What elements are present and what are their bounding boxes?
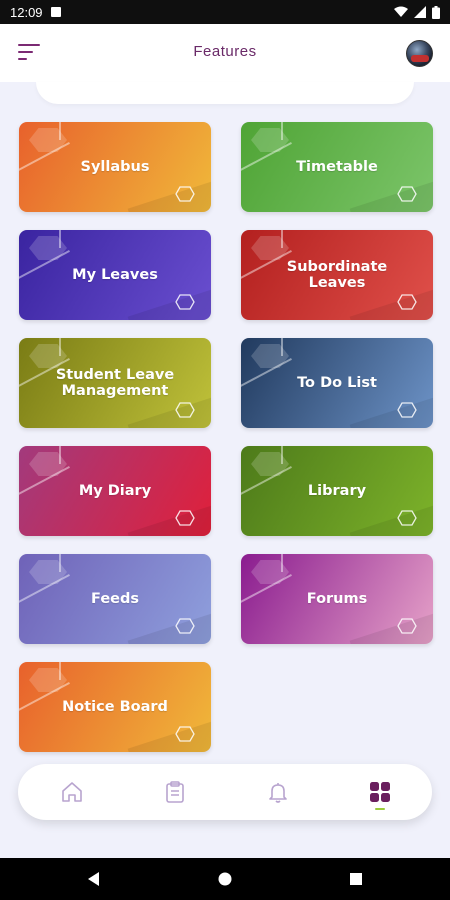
hexagon-icon <box>175 726 195 742</box>
hexagon-icon <box>175 402 195 418</box>
bottom-nav <box>18 764 432 820</box>
hexagon-icon <box>397 402 417 418</box>
system-nav-bar <box>0 858 450 900</box>
feature-card-forums[interactable]: Forums <box>241 554 433 644</box>
feature-card-my-diary[interactable]: My Diary <box>19 446 211 536</box>
grid-icon <box>370 782 390 802</box>
bell-icon <box>269 783 287 803</box>
feature-card-timetable[interactable]: Timetable <box>241 122 433 212</box>
feature-card-student-leave-management[interactable]: Student Leave Management <box>19 338 211 428</box>
hexagon-icon <box>397 186 417 202</box>
hexagon-icon <box>175 510 195 526</box>
feature-card-subordinate-leaves[interactable]: Subordinate Leaves <box>241 230 433 320</box>
feature-card-to-do-list[interactable]: To Do List <box>241 338 433 428</box>
home-icon <box>62 782 82 802</box>
feature-card-library[interactable]: Library <box>241 446 433 536</box>
active-indicator <box>375 808 385 810</box>
nav-home[interactable] <box>58 778 86 806</box>
hexagon-icon <box>397 510 417 526</box>
hexagon-icon <box>175 186 195 202</box>
feature-card-syllabus[interactable]: Syllabus <box>19 122 211 212</box>
back-icon[interactable] <box>86 871 102 887</box>
hexagon-icon <box>397 294 417 310</box>
feature-card-my-leaves[interactable]: My Leaves <box>19 230 211 320</box>
feature-card-notice-board[interactable]: Notice Board <box>19 662 211 752</box>
feature-card-feeds[interactable]: Feeds <box>19 554 211 644</box>
recents-icon[interactable] <box>348 871 364 887</box>
clipboard-icon <box>166 781 184 803</box>
nav-features[interactable] <box>366 778 394 810</box>
nav-clipboard[interactable] <box>161 778 189 806</box>
home-circle-icon[interactable] <box>217 871 233 887</box>
hexagon-icon <box>397 618 417 634</box>
hexagon-icon <box>175 294 195 310</box>
nav-notifications[interactable] <box>264 778 292 806</box>
hexagon-icon <box>175 618 195 634</box>
